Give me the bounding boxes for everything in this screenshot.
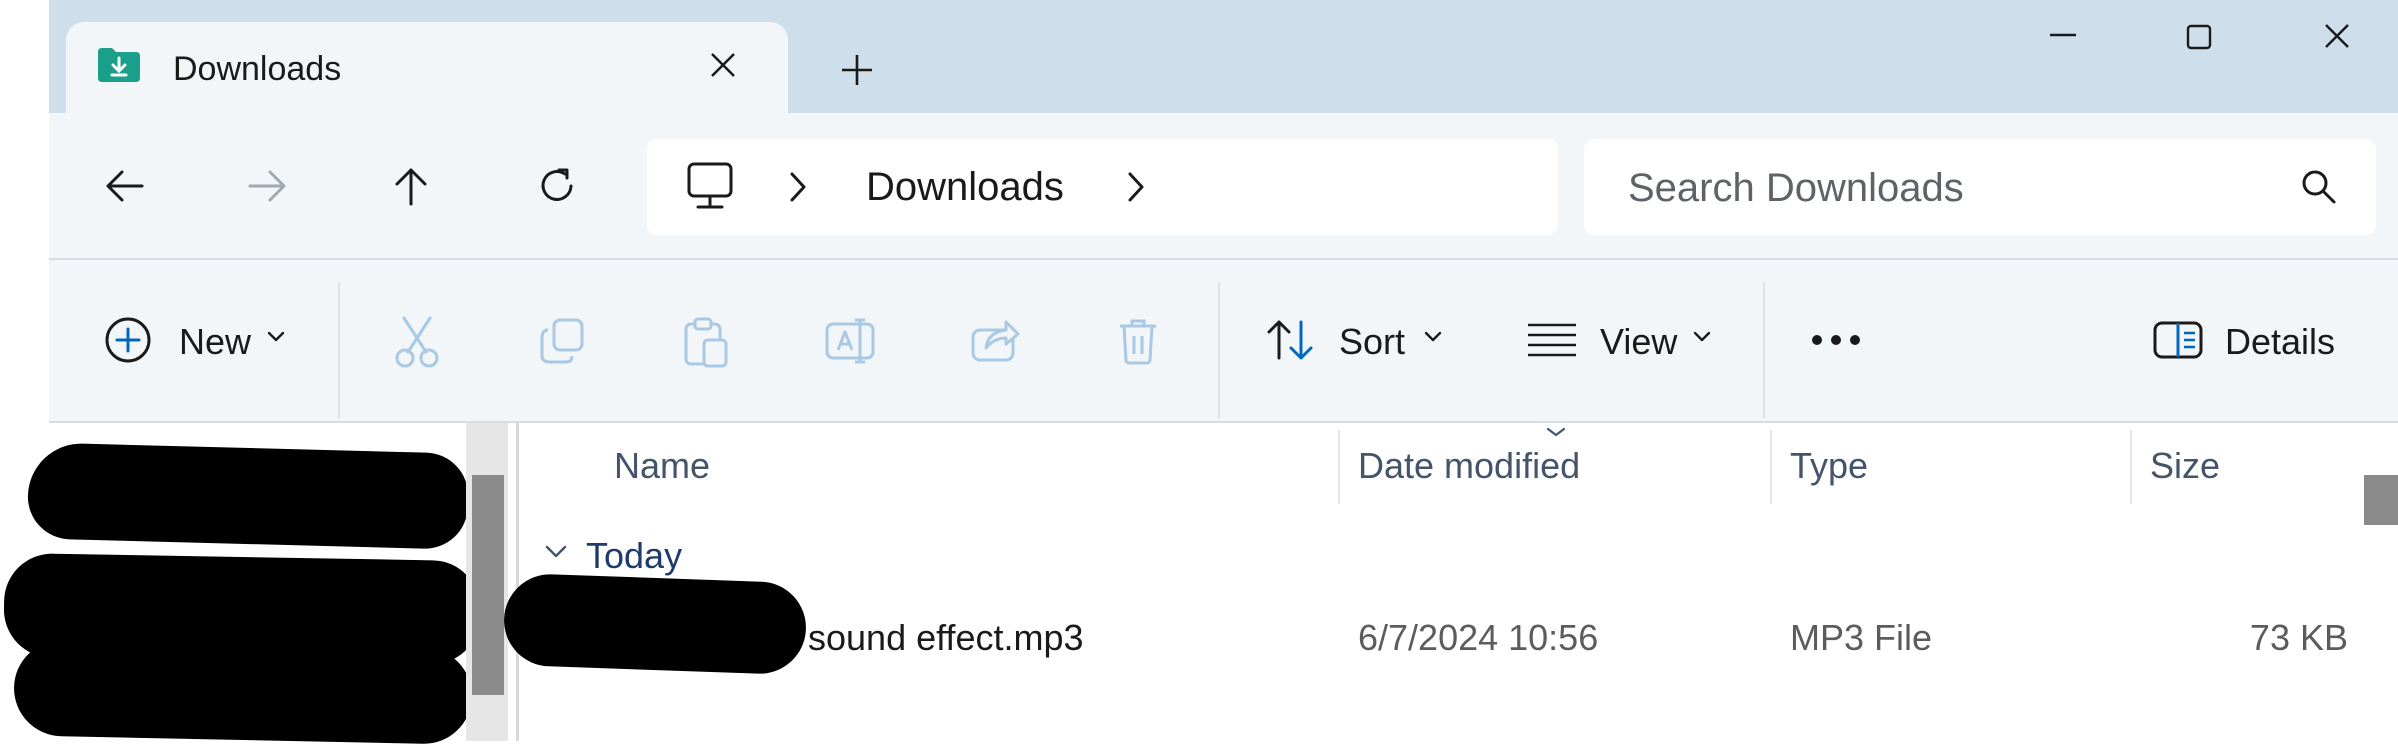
pane-divider[interactable]: [516, 423, 519, 741]
column-divider[interactable]: [2130, 430, 2132, 504]
column-header-size[interactable]: Size: [2150, 444, 2220, 488]
copy-icon[interactable]: [538, 316, 586, 366]
search-input[interactable]: Search Downloads: [1628, 164, 1964, 212]
close-tab-icon[interactable]: [708, 50, 738, 80]
more-options-icon[interactable]: [1810, 333, 1862, 347]
sort-icon[interactable]: [1265, 318, 1317, 362]
new-plus-icon[interactable]: [104, 316, 152, 364]
redacted-nav-item: [13, 639, 473, 745]
column-divider[interactable]: [1770, 430, 1772, 504]
group-header-today[interactable]: Today: [586, 534, 682, 578]
column-header-date-modified[interactable]: Date modified: [1358, 444, 1580, 488]
separator: [1218, 282, 1220, 418]
separator: [1763, 282, 1765, 418]
redacted-nav-item: [26, 442, 470, 550]
breadcrumb-chevron-icon[interactable]: [1124, 170, 1148, 204]
minimize-icon[interactable]: [2048, 20, 2078, 50]
nav-scrollbar-thumb[interactable]: [472, 475, 504, 695]
delete-icon[interactable]: [1116, 316, 1160, 366]
address-bar[interactable]: [647, 139, 1558, 235]
maximize-icon[interactable]: [2186, 24, 2212, 50]
column-divider[interactable]: [1338, 430, 1340, 504]
sort-descending-icon: [1545, 426, 1567, 438]
file-size: 73 KB: [2249, 617, 2348, 658]
separator: [338, 282, 340, 418]
column-header-name[interactable]: Name: [614, 444, 710, 488]
breadcrumb-chevron-icon[interactable]: [786, 170, 810, 204]
rename-icon[interactable]: [824, 316, 876, 366]
new-tab-icon[interactable]: [840, 53, 874, 87]
view-lines-icon[interactable]: [1526, 322, 1578, 358]
search-icon[interactable]: [2300, 168, 2338, 206]
forward-arrow-icon[interactable]: [246, 164, 290, 208]
close-window-icon[interactable]: [2323, 22, 2351, 50]
sort-button[interactable]: Sort: [1339, 320, 1405, 364]
details-pane-icon[interactable]: [2152, 320, 2204, 360]
file-list-scrollbar-thumb[interactable]: [2364, 475, 2398, 525]
chevron-down-icon[interactable]: [1423, 330, 1443, 344]
redacted-file-name-prefix: [502, 572, 808, 676]
paste-icon[interactable]: [682, 316, 730, 368]
up-arrow-icon[interactable]: [389, 164, 433, 208]
new-button[interactable]: New: [179, 320, 251, 364]
refresh-icon[interactable]: [535, 164, 579, 208]
tab-title: Downloads: [173, 50, 342, 88]
chevron-down-icon[interactable]: [1692, 330, 1712, 344]
back-arrow-icon[interactable]: [102, 164, 146, 208]
details-button[interactable]: Details: [2225, 320, 2335, 364]
breadcrumb-downloads[interactable]: Downloads: [866, 163, 1064, 211]
column-header-type[interactable]: Type: [1790, 444, 1868, 488]
this-pc-icon[interactable]: [686, 161, 734, 211]
file-name[interactable]: sound effect.mp3: [808, 616, 1084, 660]
cut-icon[interactable]: [394, 314, 440, 368]
view-button[interactable]: View: [1600, 320, 1677, 364]
downloads-folder-icon: [96, 46, 142, 84]
share-icon[interactable]: [970, 316, 1022, 364]
file-type: MP3 File: [1790, 617, 1933, 658]
group-collapse-chevron-icon[interactable]: [544, 544, 568, 560]
chevron-down-icon[interactable]: [266, 330, 286, 344]
file-date-modified: 6/7/2024 10:56: [1358, 617, 1599, 658]
